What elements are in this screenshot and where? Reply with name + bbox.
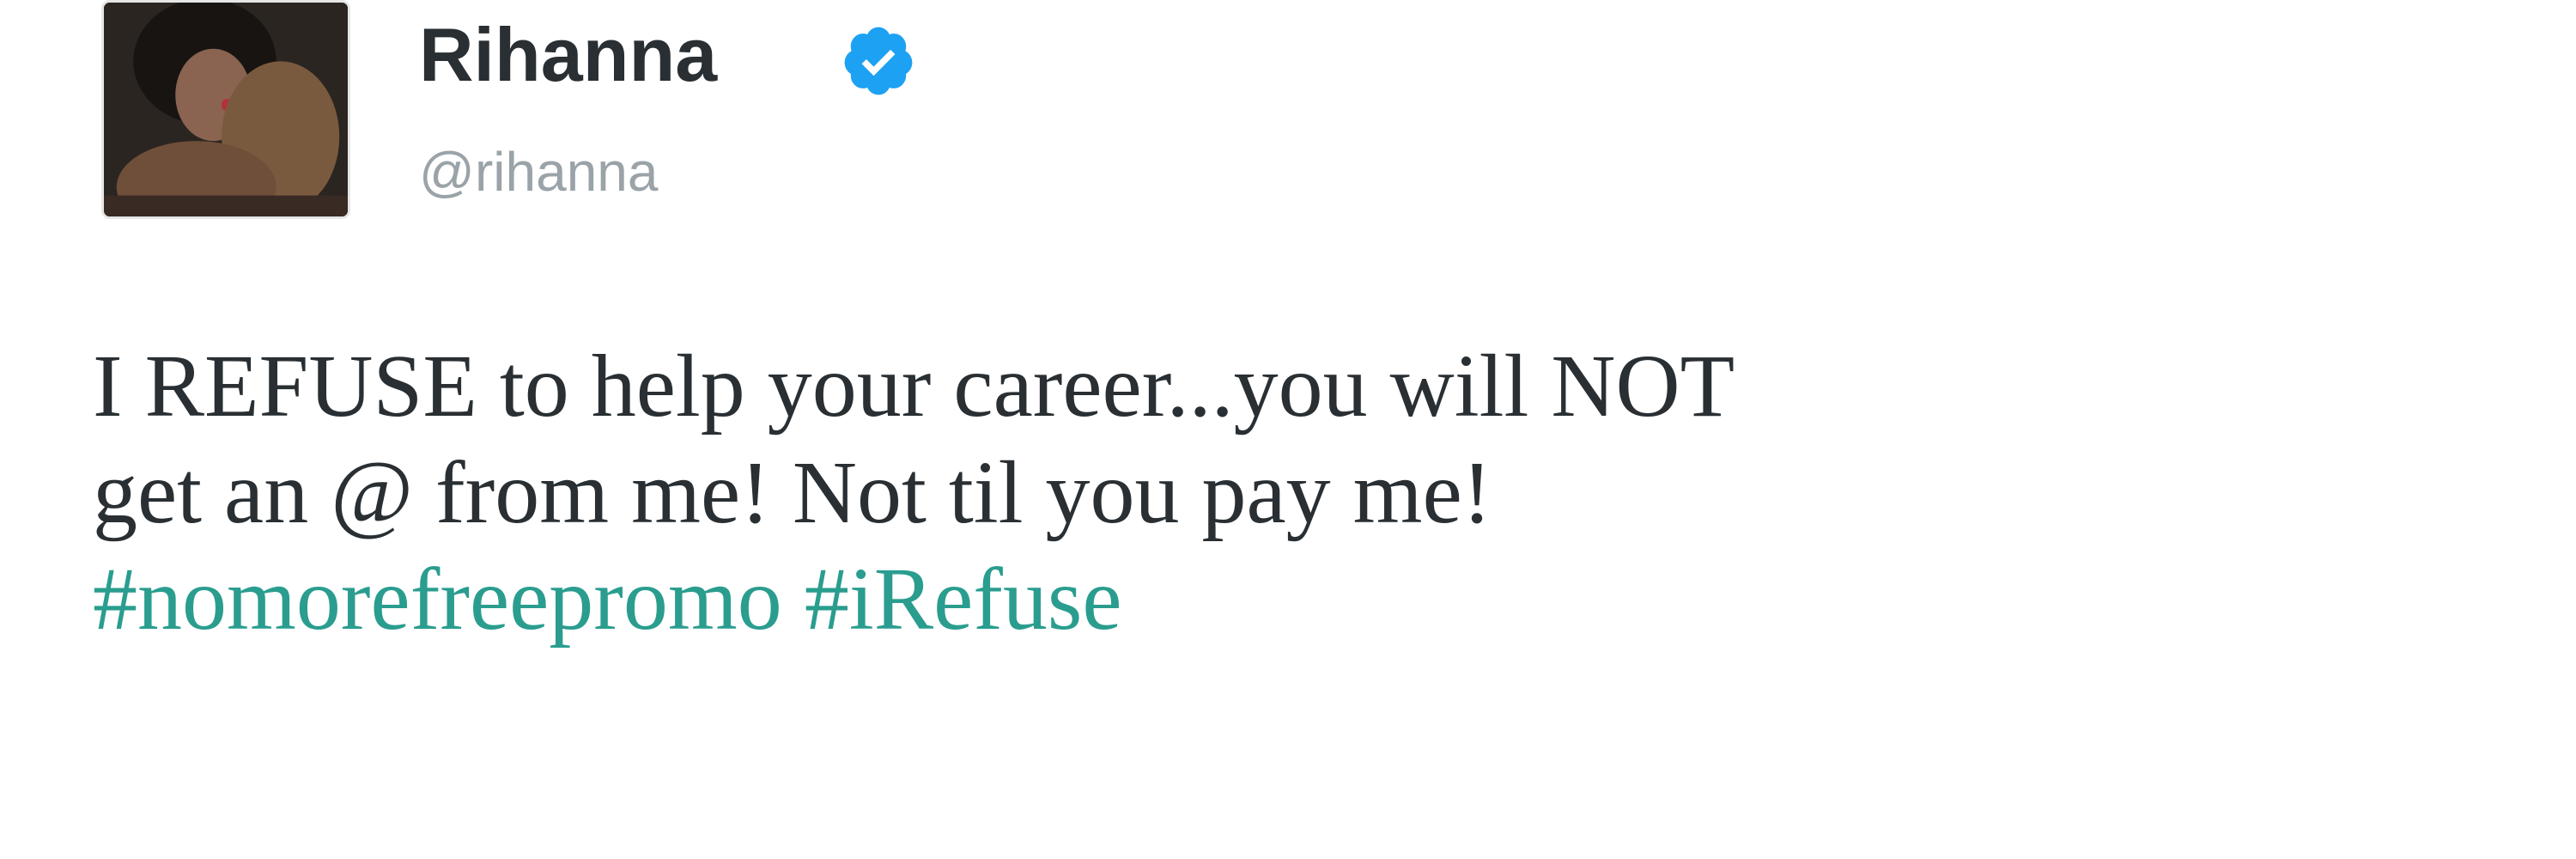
hashtag-link[interactable]: #nomorefreepromo [93,550,782,649]
hashtag-link[interactable]: #iRefuse [805,550,1122,649]
user-handle[interactable]: @rihanna [419,137,658,206]
tweet-text-line-2: get an @ from me! Not til you pay me! [93,443,1492,542]
tweet-card: Rihanna @rihanna I REFUSE to help your c… [0,0,2576,859]
tweet-hashtags: #nomorefreepromo #iRefuse [93,546,2549,653]
tweet-text: I REFUSE to help your career...you will … [93,333,2549,653]
tweet-text-line-1: I REFUSE to help your career...you will … [93,337,1735,436]
verified-badge-icon [844,27,913,95]
avatar[interactable] [101,0,350,219]
display-name[interactable]: Rihanna [419,12,717,98]
avatar-image [104,3,348,216]
